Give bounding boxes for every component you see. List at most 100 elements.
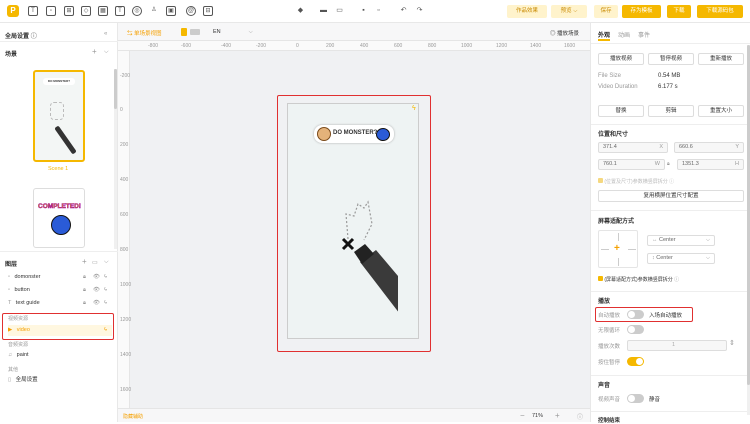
help-icon[interactable]: ⓘ (577, 412, 583, 421)
scene-scrollbar[interactable] (114, 69, 117, 109)
other-group-label: 其他 (8, 367, 19, 373)
hold-pause-toggle[interactable] (627, 357, 644, 366)
layer-item-text-guide[interactable]: T text guide 🔒︎ 👁︎ ϟ (8, 298, 112, 309)
eye-icon[interactable]: 👁︎ (93, 285, 100, 296)
scene-menu-icon[interactable]: ⌵ (104, 49, 109, 56)
align-top-icon[interactable]: ▬ (320, 7, 327, 14)
scenes-title: 场景 (5, 52, 18, 58)
end-control-title: 控制结束 (598, 418, 621, 424)
reuse-landscape-config-button[interactable]: 复用横屏位置尺寸配置 (598, 190, 744, 202)
video-sound-label: 视频声音 (598, 397, 621, 403)
add-scene-icon[interactable]: + (92, 47, 97, 56)
y-input[interactable]: 660.6 Y (674, 142, 744, 153)
file-size-label: File Size (598, 73, 622, 79)
layer-menu-icon[interactable]: ⌵ (104, 259, 109, 266)
shape-tool-icon[interactable]: ◇ (81, 6, 91, 16)
replace-button[interactable]: 替换 (598, 105, 644, 117)
scene-icon[interactable]: ⊟ (203, 6, 213, 16)
lightning-icon[interactable]: ϟ (104, 298, 107, 309)
download-source-button[interactable]: 下载源码包 (697, 5, 743, 18)
person-icon[interactable]: ♙ (149, 6, 159, 16)
info-icon: ⓘ (669, 179, 675, 185)
thumb-monster (51, 215, 71, 235)
position-split-checkbox[interactable]: (位置及尺寸)参数横竖屏拆分 ⓘ (598, 178, 674, 185)
pause-video-button[interactable]: 暂停视频 (648, 53, 694, 65)
add-layer-icon[interactable]: + (82, 257, 87, 266)
zoom-level[interactable]: 71% (532, 413, 543, 419)
lightning-icon[interactable]: ϟ (104, 272, 107, 283)
play-video-button[interactable]: 播放视频 (598, 53, 644, 65)
horizontal-align-select[interactable]: ↔ Center ⌵ (647, 235, 715, 246)
works-effect-button[interactable]: 作品效果 (507, 5, 547, 18)
ungroup-icon[interactable]: ▫ (375, 7, 382, 14)
global-settings-title[interactable]: 全局设置 ⓘ (5, 31, 37, 40)
tab-appearance[interactable]: 外观 (598, 30, 610, 39)
layer-item-paint[interactable]: ♫ paint (8, 350, 112, 361)
replay-video-button[interactable]: 重新播放 (698, 53, 744, 65)
undo-icon[interactable]: ↶ (400, 7, 407, 14)
play-circle-icon: ◎ (550, 31, 556, 37)
group-icon[interactable]: ▪ (360, 7, 367, 14)
loop-toggle[interactable] (627, 325, 644, 334)
text-box-icon[interactable]: T (115, 6, 125, 16)
download-button[interactable]: 下载 (667, 5, 691, 18)
target-icon[interactable]: ◎ (132, 6, 142, 16)
play-scene-button[interactable]: ◎ 播放场景 (550, 29, 579, 37)
single-scene-toggle[interactable]: ⇆ 单场景视图 (127, 29, 162, 37)
info-icon: ⓘ (674, 277, 680, 283)
crop-button[interactable]: 剪辑 (648, 105, 694, 117)
language-select[interactable]: EN ⌵ (213, 29, 253, 36)
collapse-icon[interactable]: « (104, 31, 107, 37)
folder-icon[interactable]: ▭ (92, 259, 98, 266)
settings-doc-icon: ▯ (8, 377, 12, 383)
layout-tool-icon[interactable]: ⊞ (64, 6, 74, 16)
layer-item-button[interactable]: ▫ button 🔒︎ 👁︎ ϟ (8, 285, 112, 296)
grid-tool-icon[interactable]: ▦ (98, 6, 108, 16)
landscape-toggle[interactable] (190, 29, 200, 35)
preview-button[interactable]: 预览 ⌵ (551, 5, 587, 18)
play-count-input[interactable]: 1 (627, 340, 727, 351)
zoom-in-button[interactable]: + (555, 411, 560, 420)
align-middle-icon[interactable]: ▭ (336, 7, 343, 14)
anchor-selector[interactable]: + (598, 230, 638, 268)
mute-toggle[interactable] (627, 394, 644, 403)
layer-item-global-settings[interactable]: ▯ 全局设置 (8, 375, 112, 386)
tab-events[interactable]: 事件 (638, 30, 650, 39)
zoom-out-button[interactable]: − (520, 411, 525, 420)
tab-animation[interactable]: 动画 (618, 30, 630, 39)
vertical-ruler: -200 0 200 400 600 800 1000 1200 1400 16… (118, 51, 131, 408)
image-tool-icon[interactable]: ▫ (46, 6, 56, 16)
width-input[interactable]: 760.1 W (598, 159, 665, 170)
text-tool-icon[interactable]: T (28, 6, 38, 16)
save-button[interactable]: 保存 (594, 5, 618, 18)
vertical-align-select[interactable]: ↕ Center ⌵ (647, 253, 715, 264)
hide-guides-toggle[interactable]: 隐藏辅助 (123, 413, 143, 420)
play-count-stepper[interactable]: ⇕ (729, 339, 735, 347)
scene-thumbnail-2[interactable]: COMPLETED! (33, 188, 85, 248)
sound-title: 声音 (598, 383, 611, 389)
file-size-value: 0.54 MB (658, 73, 681, 79)
thumb-banner: DO MONSTER? (43, 78, 75, 85)
height-input[interactable]: 1351.3 H (677, 159, 744, 170)
playback-title: 播放 (598, 299, 611, 305)
save-template-button[interactable]: 存为模板 (622, 5, 661, 18)
eye-icon[interactable]: 👁︎ (93, 272, 100, 283)
scene-thumbnail-1[interactable]: DO MONSTER? (33, 70, 85, 162)
at-icon[interactable]: @ (186, 6, 196, 16)
frame-icon[interactable]: ▣ (166, 6, 176, 16)
lock-icon[interactable]: 🔒︎ (83, 298, 86, 309)
lock-icon[interactable]: 🔒︎ (83, 272, 86, 283)
portrait-toggle[interactable] (181, 28, 187, 36)
aspect-lock-icon[interactable]: 🔒︎ (667, 161, 670, 167)
x-input[interactable]: 371.4 X (598, 142, 668, 153)
screen-adapt-split-checkbox[interactable]: (屏幕适配方式)参数横竖屏拆分 ⓘ (598, 276, 679, 283)
reset-size-button[interactable]: 重置大小 (698, 105, 744, 117)
lightning-icon[interactable]: ϟ (104, 285, 107, 296)
left-panel: 全局设置 ⓘ « 场景 + ⌵ DO MONSTER? Scene 1 COMP… (0, 23, 118, 422)
highlight-autoplay (595, 307, 693, 322)
eye-icon[interactable]: 👁︎ (93, 298, 100, 309)
redo-icon[interactable]: ↷ (416, 7, 423, 14)
lock-icon[interactable]: 🔒︎ (83, 285, 86, 296)
layer-order-icon[interactable]: ◆ (297, 7, 304, 14)
layer-item-domonster[interactable]: ▫ domonster 🔒︎ 👁︎ ϟ (8, 272, 112, 283)
